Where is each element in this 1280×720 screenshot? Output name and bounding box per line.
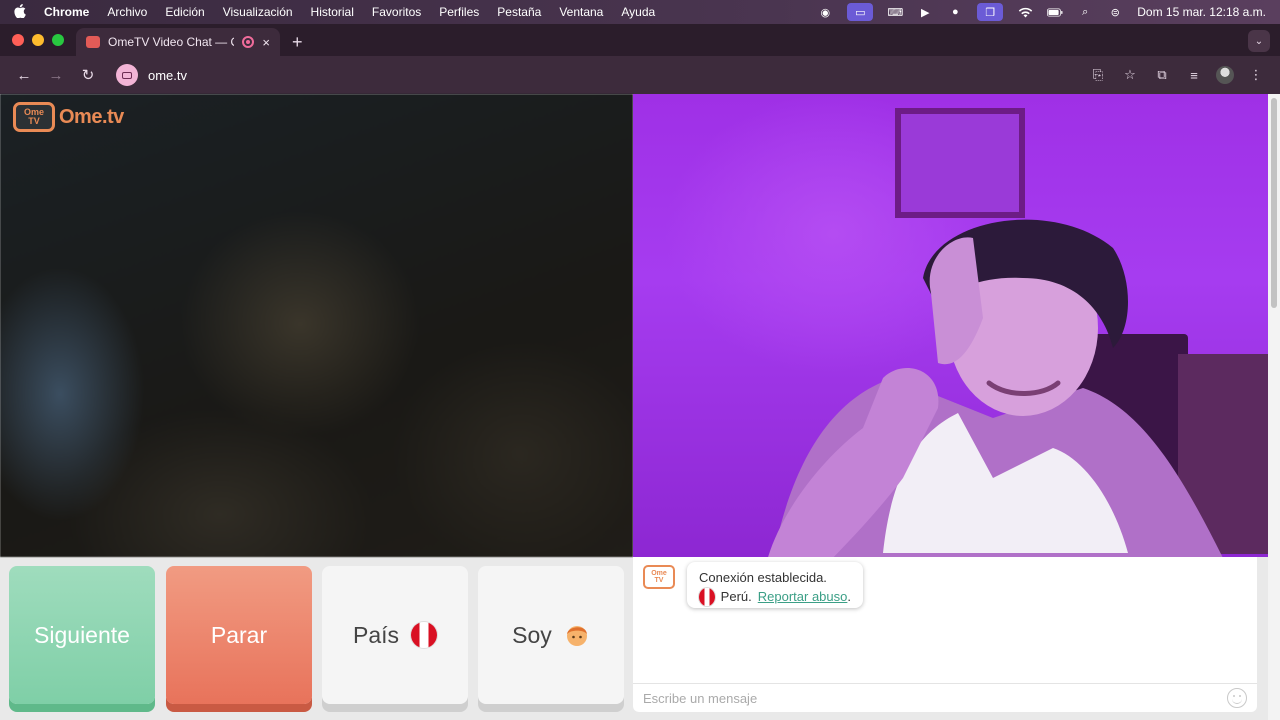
media-controls-icon[interactable]: ≡ <box>1184 65 1204 85</box>
search-icon[interactable]: ⌕ <box>1077 6 1093 18</box>
address-url[interactable]: ome.tv <box>148 68 187 83</box>
user-icon[interactable]: ● <box>947 6 963 18</box>
ometv-page: Ome TV Ome.tv Siguiente Parar País Soy O… <box>0 94 1268 720</box>
control-center-icon[interactable]: ⊜ <box>1107 6 1123 19</box>
screen-record-icon[interactable]: ▭ <box>847 3 874 21</box>
menu-pestana[interactable]: Pestaña <box>497 5 541 19</box>
forward-arrow-icon[interactable]: → <box>40 61 72 89</box>
play-icon[interactable]: ▶ <box>917 6 933 19</box>
next-button[interactable]: Siguiente <box>9 566 155 704</box>
back-arrow-icon[interactable]: ← <box>8 61 40 89</box>
zoom-window-button[interactable] <box>52 34 64 46</box>
new-tab-button[interactable]: + <box>280 28 315 56</box>
menu-clock[interactable]: Dom 15 mar. 12:18 a.m. <box>1137 5 1266 19</box>
menu-ayuda[interactable]: Ayuda <box>621 5 655 19</box>
person-figure <box>768 219 1223 557</box>
menu-archivo[interactable]: Archivo <box>107 5 147 19</box>
toolbar-actions: ⎘ ☆ ⧉ ≡ ⋮ <box>1088 65 1272 85</box>
tab-close-button[interactable]: × <box>262 35 270 50</box>
menu-app-name[interactable]: Chrome <box>44 5 89 19</box>
next-button-label: Siguiente <box>34 621 130 648</box>
menu-perfiles[interactable]: Perfiles <box>439 5 479 19</box>
more-menu-icon[interactable]: ⋮ <box>1246 65 1266 85</box>
boy-emoji-icon <box>566 626 587 646</box>
window-controls <box>0 24 76 56</box>
apple-icon[interactable] <box>14 3 26 21</box>
menu-ventana[interactable]: Ventana <box>559 5 603 19</box>
tab-ometv[interactable]: OmeTV Video Chat — Om × <box>76 28 280 56</box>
keyboard-icon[interactable]: ⌨ <box>887 6 903 19</box>
partner-country: Perú. <box>720 589 752 604</box>
handoff-icon[interactable]: ◉ <box>817 6 833 19</box>
menu-edicion[interactable]: Edición <box>165 5 204 19</box>
tab-strip: OmeTV Video Chat — Om × + ⌄ <box>0 24 1280 56</box>
stop-button-label: Parar <box>210 621 268 648</box>
country-button-label: País <box>352 621 400 648</box>
profile-avatar[interactable] <box>1216 66 1234 84</box>
tab-title: OmeTV Video Chat — Om <box>108 35 234 49</box>
menu-visualizacion[interactable]: Visualización <box>223 5 293 19</box>
address-bar[interactable]: ome.tv <box>112 61 1052 89</box>
battery-icon[interactable] <box>1047 6 1063 18</box>
stop-button[interactable]: Parar <box>166 566 312 704</box>
report-suffix: . <box>847 589 851 604</box>
close-window-button[interactable] <box>12 34 24 46</box>
install-app-icon[interactable]: ⎘ <box>1088 65 1108 85</box>
gender-button-label: Soy <box>512 621 552 648</box>
chat-logo-top-text: Ome <box>651 570 667 577</box>
screen-mirroring-icon[interactable]: ❐ <box>977 3 1004 21</box>
emoji-icon[interactable] <box>1227 688 1247 708</box>
connection-status: Conexión establecida. <box>699 570 827 585</box>
chat-panel: Ome TV Conexión establecida. Perú. Report… <box>633 557 1257 712</box>
scrollbar-thumb[interactable] <box>1271 98 1277 308</box>
country-button[interactable]: País <box>322 566 468 704</box>
chat-controls: Siguiente Parar País Soy <box>0 557 633 720</box>
tab-search-chevron-icon[interactable]: ⌄ <box>1248 30 1270 52</box>
menu-historial[interactable]: Historial <box>311 5 354 19</box>
bookmark-star-icon[interactable]: ☆ <box>1120 65 1140 85</box>
ometv-tv-logo-icon: Ome TV <box>13 102 55 132</box>
camera-site-icon[interactable] <box>116 64 138 86</box>
peru-flag-icon <box>411 622 438 648</box>
partner-video <box>0 94 633 557</box>
page-scrollbar[interactable] <box>1268 94 1280 720</box>
logo-wordmark: Ome.tv <box>59 105 124 128</box>
macos-menu-bar: Chrome Archivo Edición Visualización His… <box>0 0 1280 24</box>
message-input[interactable] <box>643 690 1227 706</box>
message-bar <box>633 683 1257 712</box>
status-area: ◉ ▭ ⌨ ▶ ● ❐ ⌕ ⊜ Dom 15 mar. 12:18 a.m. <box>817 3 1266 21</box>
recording-indicator-icon <box>242 36 255 48</box>
chat-logo-bottom-text: TV <box>654 577 664 584</box>
extensions-icon[interactable]: ⧉ <box>1152 65 1172 85</box>
wifi-icon[interactable] <box>1017 6 1033 18</box>
browser-toolbar: ← → ↻ ome.tv ⎘ ☆ ⧉ ≡ ⋮ <box>0 56 1280 94</box>
self-video <box>633 94 1268 557</box>
ometv-logo[interactable]: Ome TV Ome.tv <box>13 102 124 132</box>
gender-button[interactable]: Soy <box>478 566 624 704</box>
peru-flag-small-icon <box>699 587 715 606</box>
system-message: Conexión establecida. Perú. Reportar abus… <box>687 562 863 608</box>
reload-icon[interactable]: ↻ <box>72 61 104 89</box>
logo-bottom-text: TV <box>28 116 40 126</box>
ometv-favicon-icon <box>86 36 100 48</box>
menu-favoritos[interactable]: Favoritos <box>372 5 421 19</box>
minimize-window-button[interactable] <box>32 34 44 46</box>
report-abuse-link[interactable]: Reportar abuso <box>758 589 848 604</box>
ometv-chat-logo-icon: Ome TV <box>643 565 675 589</box>
